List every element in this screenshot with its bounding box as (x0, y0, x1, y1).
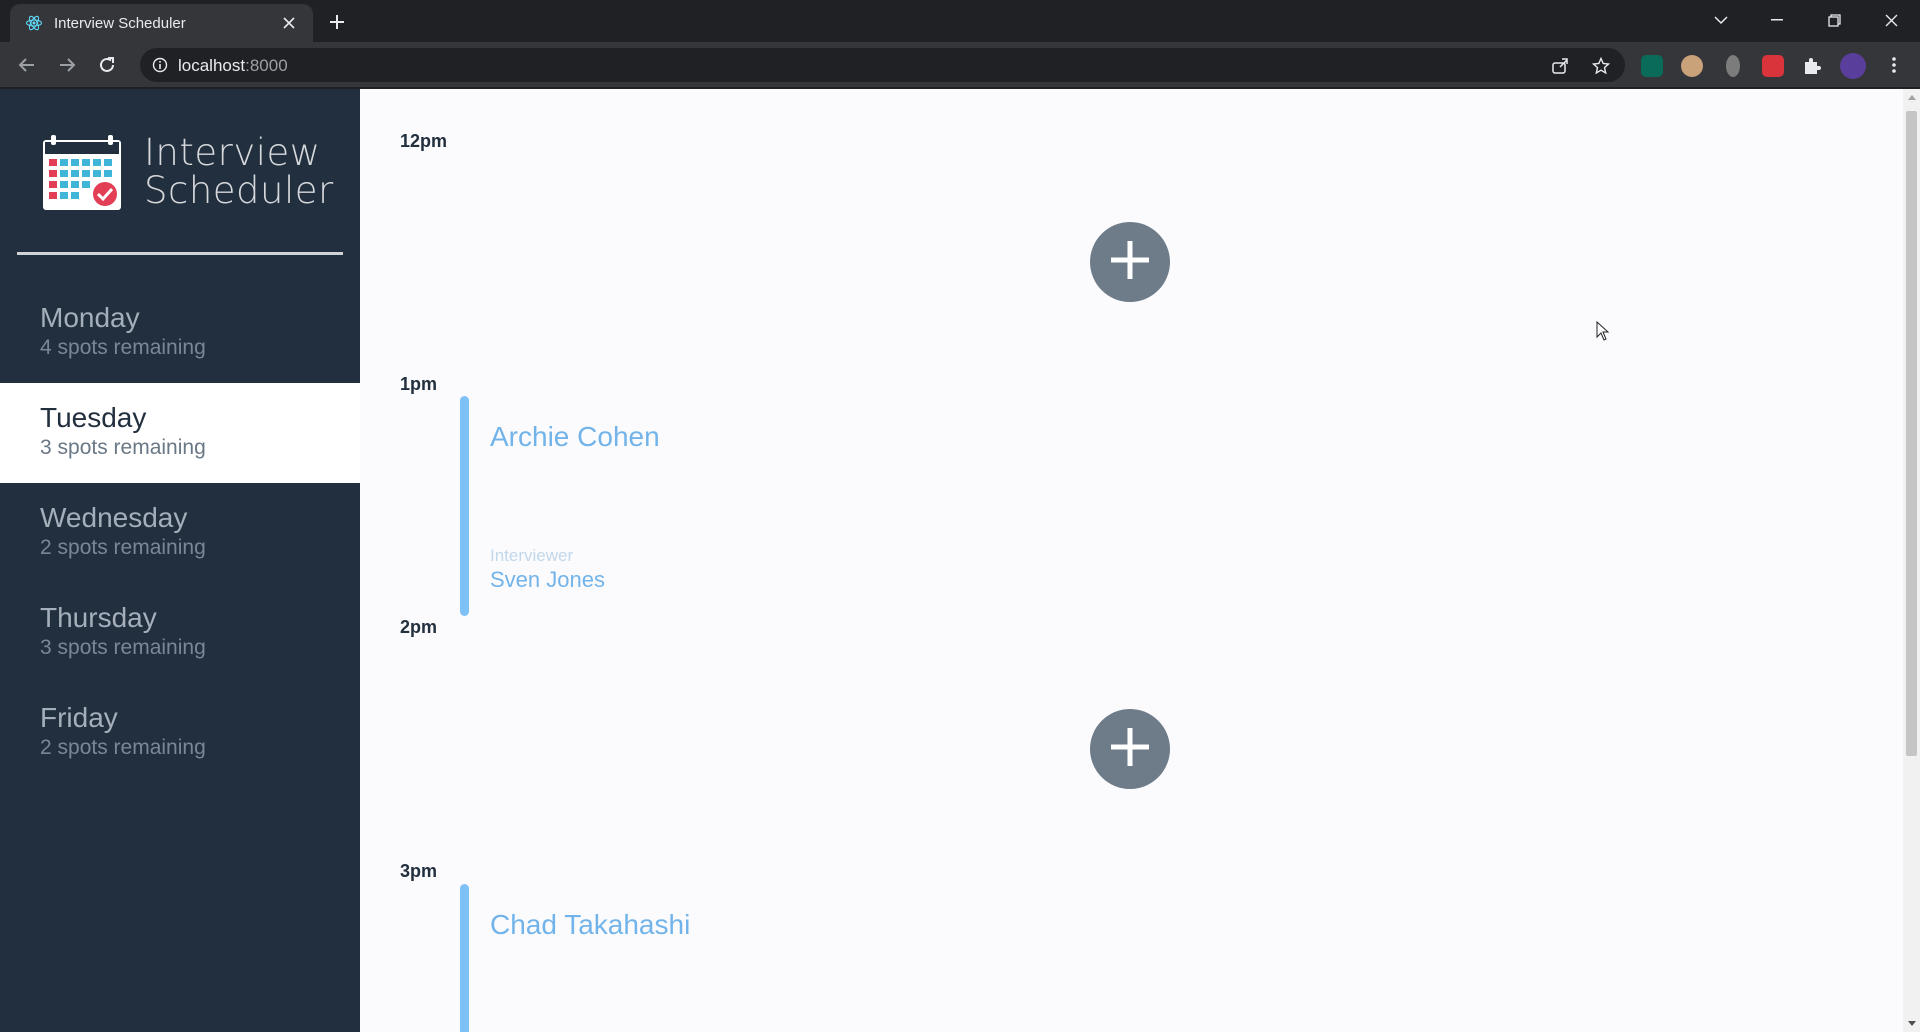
day-name: Thursday (40, 602, 157, 633)
add-appointment-button[interactable] (1090, 709, 1170, 789)
share-icon[interactable] (1550, 56, 1570, 76)
url-host: localhost (178, 56, 246, 75)
brand-line-1: Interview (144, 131, 321, 174)
day-item-thursday[interactable]: Thursday 3 spots remaining (0, 583, 360, 683)
time-label-2pm: 2pm (400, 617, 438, 637)
student-name: Archie Cohen (490, 421, 660, 452)
appointment-accent-bar (460, 396, 469, 616)
extension-monitor-icon[interactable] (1641, 55, 1663, 77)
interviewer-label: Interviewer (490, 546, 574, 565)
time-label-12pm: 12pm (400, 131, 448, 151)
minimize-icon[interactable] (1748, 0, 1806, 40)
tab-search-icon[interactable] (1692, 0, 1750, 40)
student-name: Chad Takahashi (490, 909, 691, 940)
day-spots: 2 spots remaining (40, 536, 206, 559)
interviewer-name: Sven Jones (490, 567, 605, 592)
plus-icon (1108, 238, 1152, 287)
tab-title: Interview Scheduler (54, 14, 186, 32)
time-label-3pm: 3pm (400, 861, 438, 881)
page-scrollbar[interactable] (1903, 89, 1920, 1032)
day-spots: 3 spots remaining (40, 636, 206, 659)
forward-icon[interactable] (53, 51, 81, 79)
appointment-card[interactable]: Chad Takahashi (460, 884, 1160, 1032)
restore-icon[interactable] (1805, 0, 1863, 40)
address-bar[interactable]: localhost:8000 (140, 48, 1625, 82)
day-name: Monday (40, 302, 140, 333)
day-item-wednesday[interactable]: Wednesday 2 spots remaining (0, 483, 360, 583)
day-spots: 2 spots remaining (40, 736, 206, 759)
sidebar-divider (17, 252, 343, 255)
reload-icon[interactable] (93, 51, 121, 79)
menu-kebab-icon[interactable] (1880, 51, 1908, 79)
app-brand: Interview Scheduler (144, 134, 334, 210)
mouse-cursor-icon (1596, 320, 1610, 341)
day-item-friday[interactable]: Friday 2 spots remaining (0, 683, 360, 783)
browser-tab[interactable]: Interview Scheduler (10, 4, 313, 42)
extension-red-icon[interactable] (1762, 55, 1784, 77)
scroll-down-icon[interactable] (1903, 1015, 1920, 1032)
sidebar: Interview Scheduler Monday 4 spots remai… (0, 89, 360, 1032)
day-name: Friday (40, 702, 118, 733)
extension-face-icon[interactable] (1681, 55, 1703, 77)
page: Interview Scheduler Monday 4 spots remai… (0, 89, 1920, 1032)
new-tab-icon[interactable] (325, 10, 349, 34)
day-name: Tuesday (40, 402, 147, 433)
profile-avatar[interactable] (1840, 53, 1866, 79)
brand-line-2: Scheduler (144, 169, 334, 212)
bookmark-star-icon[interactable] (1591, 56, 1611, 76)
day-spots: 4 spots remaining (40, 336, 206, 359)
appointment-accent-bar (460, 884, 469, 1032)
day-name: Wednesday (40, 502, 188, 533)
scroll-thumb[interactable] (1906, 111, 1917, 756)
schedule: 12pm 1pm Archie Cohen Interviewer Sven J… (360, 89, 1903, 1032)
browser-tabstrip: Interview Scheduler (0, 0, 1920, 42)
day-item-tuesday[interactable]: Tuesday 3 spots remaining (0, 383, 360, 483)
back-icon[interactable] (13, 51, 41, 79)
react-icon (24, 13, 44, 33)
extensions-puzzle-icon[interactable] (1801, 55, 1823, 77)
day-spots: 3 spots remaining (40, 436, 206, 459)
plus-icon (1108, 725, 1152, 774)
day-list: Monday 4 spots remaining Tuesday 3 spots… (0, 283, 360, 783)
scroll-up-icon[interactable] (1903, 89, 1920, 106)
day-item-monday[interactable]: Monday 4 spots remaining (0, 283, 360, 383)
browser-toolbar: localhost:8000 (0, 42, 1920, 88)
extension-person-icon[interactable] (1726, 55, 1740, 77)
close-window-icon[interactable] (1862, 0, 1920, 40)
appointment-card[interactable]: Archie Cohen Interviewer Sven Jones (460, 396, 1160, 616)
tab-close-icon[interactable] (279, 13, 299, 33)
url-text: localhost:8000 (178, 56, 288, 76)
url-port: :8000 (245, 56, 288, 75)
add-appointment-button[interactable] (1090, 222, 1170, 302)
time-label-1pm: 1pm (400, 374, 438, 394)
calendar-logo-icon (41, 134, 125, 212)
site-info-icon[interactable] (150, 55, 170, 75)
